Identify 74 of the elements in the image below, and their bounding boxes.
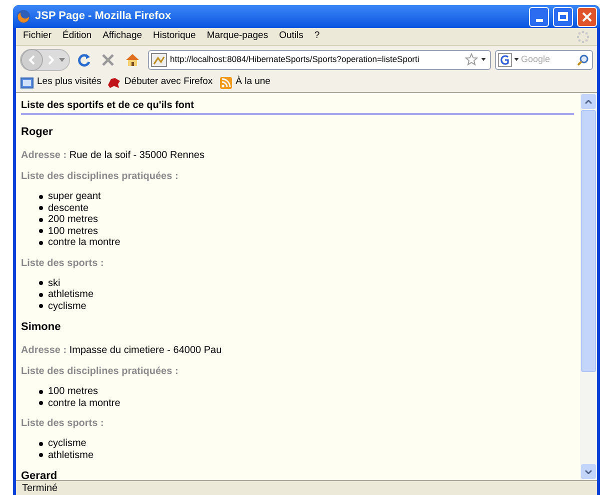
throbber-icon [576, 30, 590, 44]
sport-item: cyclisme [48, 300, 86, 312]
url-text: http://localhost:8084/HibernateSports/Sports?operation=listeSporti [170, 53, 420, 66]
google-icon[interactable] [498, 52, 512, 66]
app-icon [16, 9, 31, 24]
menu-item[interactable]: Affichage [102, 29, 142, 44]
bullet-icon [39, 453, 43, 458]
bullet-icon [39, 206, 43, 210]
star-icon[interactable] [465, 53, 478, 66]
section-label: Liste des disciplines pratiquées : [21, 170, 180, 183]
sport-item: athletisme [48, 289, 94, 300]
discipline-item: contre la montre [48, 398, 120, 409]
bullet-icon [39, 240, 43, 245]
bookmark-link[interactable]: Les plus visités [37, 75, 102, 90]
section-label: Liste des sports : [21, 256, 105, 270]
maximize-button[interactable] [553, 6, 573, 26]
creature-icon [107, 76, 122, 90]
bullet-icon [39, 304, 43, 308]
dropdown-icon[interactable] [481, 58, 486, 61]
section-label: Liste des sports : [21, 417, 105, 430]
bullet-icon [39, 229, 43, 234]
bullet-icon [39, 401, 43, 406]
site-icon [151, 52, 167, 66]
menu-item[interactable]: Marque-pages [206, 29, 268, 44]
down-caret-icon [585, 470, 592, 474]
bullet-icon [39, 292, 43, 297]
discipline-item: contre la montre [48, 237, 120, 248]
close-icon [582, 12, 592, 22]
bullet-icon [39, 390, 43, 394]
bookmark-link[interactable]: À la une [236, 75, 270, 90]
menu-item[interactable]: Fichier [23, 29, 52, 44]
menu-item[interactable]: Historique [153, 29, 196, 44]
page-heading: Liste des sportifs et de ce qu'ils font [21, 99, 574, 115]
section-label: Liste des disciplines pratiquées : [21, 365, 180, 378]
discipline-item: 100 metres [48, 386, 98, 398]
window-title: JSP Page - Mozilla Firefox [35, 9, 172, 24]
search-input[interactable]: Google [521, 52, 575, 66]
close-button[interactable] [577, 6, 597, 26]
sport-item: cyclisme [48, 438, 86, 450]
reload-icon [77, 52, 91, 66]
discipline-item: 100 metres [48, 226, 98, 237]
discipline-item: descente [48, 202, 89, 214]
menu-item[interactable]: Outils [279, 29, 304, 44]
dropdown-icon[interactable] [514, 58, 519, 61]
search-icon[interactable] [577, 54, 589, 66]
sport-item: athletisme [48, 450, 94, 461]
scroll-thumb[interactable] [581, 110, 596, 372]
scroll-up-button[interactable] [581, 94, 596, 109]
sport-item: ski [48, 278, 60, 289]
bullet-icon [39, 281, 43, 286]
stop-icon [102, 54, 114, 66]
bullet-icon [39, 218, 43, 222]
status-text: Terminé [22, 482, 58, 495]
address-line: Adresse : Impasse du cimetiere - 64000 Pau [21, 344, 223, 357]
bullet-icon [39, 194, 43, 199]
person-name: Gerard [21, 469, 58, 480]
home-icon [124, 52, 140, 66]
address-field[interactable]: http://localhost:8084/HibernateSports/Sports?operation=listeSporti [148, 50, 491, 70]
person-name: Simone [21, 320, 62, 334]
up-caret-icon [585, 100, 592, 104]
discipline-item: 200 metres [48, 214, 98, 226]
search-field[interactable]: Google [495, 50, 593, 70]
scrollbar[interactable] [580, 93, 597, 480]
bullet-icon [39, 442, 43, 446]
bookmark-link[interactable]: Débuter avec Firefox [124, 75, 213, 90]
scroll-down-button[interactable] [581, 464, 596, 479]
menu-item[interactable]: Édition [62, 29, 92, 44]
address-line: Adresse : Rue de la soif - 35000 Rennes [21, 149, 206, 162]
minimize-button[interactable] [529, 6, 549, 26]
rss-icon [218, 76, 233, 90]
menu-item[interactable]: ? [314, 29, 320, 44]
person-name: Roger [21, 125, 54, 139]
page-icon [20, 76, 34, 90]
discipline-item: super geant [48, 191, 101, 202]
